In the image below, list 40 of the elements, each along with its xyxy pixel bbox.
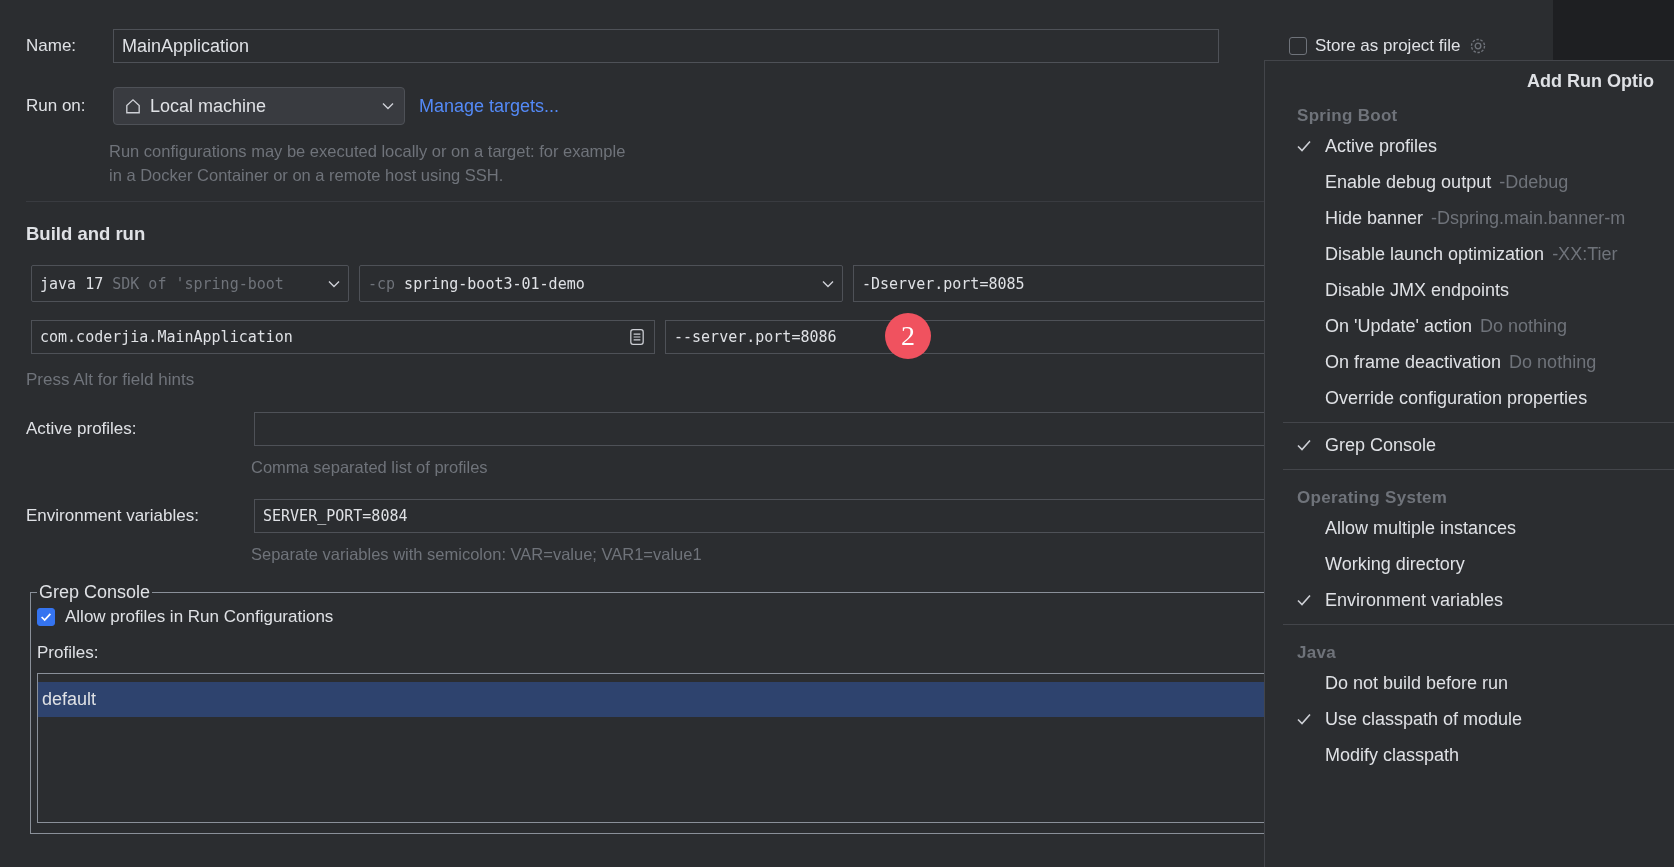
name-label: Name: — [26, 36, 78, 56]
home-icon — [124, 97, 142, 115]
group-title: Grep Console — [38, 582, 152, 603]
active-profiles-label: Active profiles: — [26, 419, 138, 439]
run-on-label: Run on: — [26, 96, 87, 116]
run-on-dropdown[interactable]: Local machine — [113, 87, 405, 125]
menu-section-header: Spring Boot — [1296, 105, 1399, 127]
sdk-dropdown[interactable]: java 17 SDK of 'spring-boot — [31, 265, 349, 302]
section-title: Build and run — [26, 223, 147, 245]
menu-item[interactable]: Environment variables — [1283, 582, 1674, 618]
chevron-down-icon — [382, 102, 394, 110]
classpath-dropdown[interactable]: -cp spring-boot3-01-demo — [359, 265, 843, 302]
menu-item[interactable]: Override configuration properties — [1283, 380, 1674, 416]
environment-variables-hint: Separate variables with semicolon: VAR=value; VAR1=value1 — [251, 545, 703, 564]
run-on-hint: Run configurations may be executed locally or on a target: for example in a Docker Container or on a remote host using SSH. — [109, 141, 627, 186]
document-icon[interactable] — [628, 328, 646, 346]
chevron-down-icon — [328, 279, 340, 288]
allow-profiles-label: Allow profiles in Run Configurations — [65, 607, 334, 627]
annotation-badge: 2 — [885, 313, 931, 359]
menu-section-header: Java — [1296, 642, 1338, 664]
chevron-down-icon — [822, 279, 834, 288]
menu-item[interactable]: Modify classpath — [1283, 737, 1674, 773]
field-hints-text: Press Alt for field hints — [26, 370, 196, 390]
name-field[interactable]: MainApplication — [113, 29, 1219, 63]
store-checkbox[interactable] — [1289, 37, 1307, 55]
menu-item[interactable]: Active profiles — [1283, 128, 1674, 164]
store-label: Store as project file — [1315, 36, 1461, 56]
profiles-label: Profiles: — [37, 643, 99, 663]
allow-profiles-checkbox[interactable] — [37, 608, 55, 626]
menu-item[interactable]: Working directory — [1283, 546, 1674, 582]
settings-icon[interactable] — [1468, 37, 1487, 55]
popup-title: Add Run Optio — [1527, 71, 1655, 92]
main-class-value: com.coderjia.MainApplication — [40, 328, 293, 346]
environment-variables-label: Environment variables: — [26, 506, 200, 526]
main-class-field[interactable]: com.coderjia.MainApplication — [31, 320, 655, 354]
menu-item[interactable]: Grep Console — [1283, 427, 1674, 463]
menu-item[interactable]: Hide banner -Dspring.main.banner-m — [1283, 200, 1674, 236]
active-profiles-hint: Comma separated list of profiles — [251, 458, 489, 477]
manage-targets-link[interactable]: Manage targets... — [419, 95, 560, 117]
menu-item[interactable]: Enable debug output -Ddebug — [1283, 164, 1674, 200]
